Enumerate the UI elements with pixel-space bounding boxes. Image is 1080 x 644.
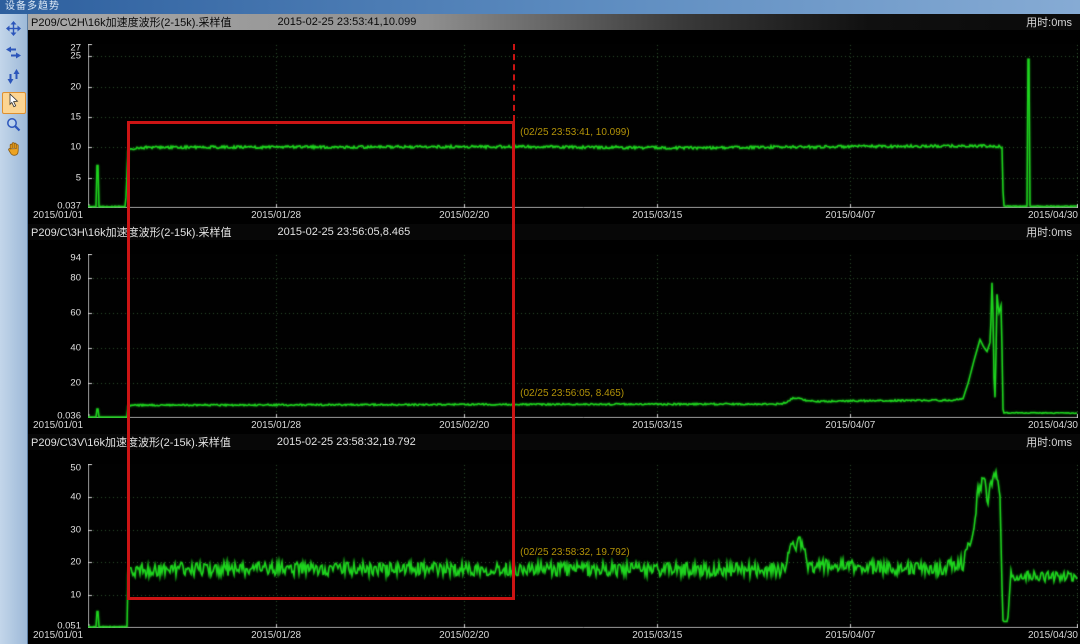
panel-elapsed-time: 用时:0ms (1026, 224, 1072, 240)
x-tick-label: 2015/03/15 (632, 420, 682, 431)
panel-title: P209/C\3V\16k加速度波形(2-15k).采样值 (31, 434, 231, 450)
y-tick-label: 60 (70, 308, 81, 319)
trend-plot-2H[interactable]: (02/25 23:53:41, 10.099) (88, 44, 1078, 208)
panel-elapsed-time: 用时:0ms (1026, 14, 1072, 30)
zoom-button[interactable] (2, 116, 26, 138)
x-axis-labels: 2015/01/012015/01/282015/02/202015/03/15… (88, 208, 1078, 224)
panel-title: P209/C\2H\16k加速度波形(2-15k).采样值 (31, 14, 232, 30)
x-tick-label: 2015/03/15 (632, 630, 682, 641)
panel-cursor-timestamp: 2015-02-25 23:53:41,10.099 (278, 16, 417, 28)
y-tick-label: 20 (70, 557, 81, 568)
chart-area-2H: 272520151050.037 (02/25 23:53:41, 10.099… (28, 30, 1080, 208)
x-tick-label: 2015/01/28 (251, 630, 301, 641)
vertical-arrows-icon (7, 69, 20, 89)
cursor-value-annotation: (02/25 23:58:32, 19.792) (520, 547, 630, 558)
cursor-select-button[interactable] (2, 92, 26, 114)
x-tick-label: 2015/03/15 (632, 210, 682, 221)
window-title: 设备多趋势 (5, 1, 60, 12)
cursor-pointer-icon (7, 93, 21, 113)
x-tick-label: 2015/01/28 (251, 420, 301, 431)
hand-pan-button[interactable] (2, 140, 26, 162)
pan-all-directions-icon (6, 21, 21, 41)
y-tick-label: 80 (70, 273, 81, 284)
y-tick-label: 40 (70, 491, 81, 502)
y-tick-label: 10 (70, 142, 81, 153)
x-axis-labels: 2015/01/012015/01/282015/02/202015/03/15… (88, 628, 1078, 644)
horizontal-zoom-button[interactable] (2, 44, 26, 66)
x-tick-label: 2015/02/20 (439, 420, 489, 431)
x-tick-label: 2015/04/30 (1028, 420, 1078, 431)
y-axis-max-label: 94 (70, 253, 81, 264)
x-tick-label: 2015/01/01 (33, 420, 83, 431)
x-tick-label: 2015/04/30 (1028, 210, 1078, 221)
y-axis-labels: 94806040200.036 (28, 254, 88, 418)
pan-all-directions-button[interactable] (2, 20, 26, 42)
x-tick-label: 2015/04/07 (825, 420, 875, 431)
x-tick-label: 2015/04/30 (1028, 630, 1078, 641)
y-axis-labels: 272520151050.037 (28, 44, 88, 208)
y-tick-label: 5 (76, 172, 81, 183)
hand-pan-icon (7, 141, 21, 161)
cursor-value-annotation: (02/25 23:56:05, 8.465) (520, 388, 624, 399)
trend-panel-3V: P209/C\3V\16k加速度波形(2-15k).采样值 2015-02-25… (28, 434, 1080, 644)
chart-area-3V: 50403020100.051 (02/25 23:58:32, 19.792) (28, 450, 1080, 628)
y-tick-label: 30 (70, 524, 81, 535)
window-titlebar[interactable]: 设备多趋势 (0, 0, 1080, 14)
panel-header-3V[interactable]: P209/C\3V\16k加速度波形(2-15k).采样值 2015-02-25… (28, 434, 1080, 450)
trend-plot-3H[interactable]: (02/25 23:56:05, 8.465) (88, 254, 1078, 418)
x-tick-label: 2015/04/07 (825, 210, 875, 221)
x-axis-labels: 2015/01/012015/01/282015/02/202015/03/15… (88, 418, 1078, 434)
y-tick-label: 20 (70, 378, 81, 389)
panel-title: P209/C\3H\16k加速度波形(2-15k).采样值 (31, 224, 232, 240)
y-axis-labels: 50403020100.051 (28, 464, 88, 628)
panel-header-3H[interactable]: P209/C\3H\16k加速度波形(2-15k).采样值 2015-02-25… (28, 224, 1080, 240)
app-window: 设备多趋势 (0, 0, 1080, 644)
y-tick-label: 20 (70, 81, 81, 92)
zoom-magnifier-icon (6, 117, 21, 137)
chart-area-3H: 94806040200.036 (02/25 23:56:05, 8.465) (28, 240, 1080, 418)
y-tick-label: 10 (70, 590, 81, 601)
x-tick-label: 2015/01/01 (33, 630, 83, 641)
cursor-value-annotation: (02/25 23:53:41, 10.099) (520, 127, 630, 138)
trend-plot-3V[interactable]: (02/25 23:58:32, 19.792) (88, 464, 1078, 628)
y-tick-label: 40 (70, 343, 81, 354)
y-tick-label: 15 (70, 111, 81, 122)
trend-panel-2H: P209/C\2H\16k加速度波形(2-15k).采样值 2015-02-25… (28, 14, 1080, 224)
vertical-zoom-button[interactable] (2, 68, 26, 90)
left-toolbar (0, 14, 28, 644)
trend-panel-3H: P209/C\3H\16k加速度波形(2-15k).采样值 2015-02-25… (28, 224, 1080, 434)
x-tick-label: 2015/02/20 (439, 210, 489, 221)
x-tick-label: 2015/02/20 (439, 630, 489, 641)
x-tick-label: 2015/04/07 (825, 630, 875, 641)
panel-elapsed-time: 用时:0ms (1026, 434, 1072, 450)
x-tick-label: 2015/01/01 (33, 210, 83, 221)
panel-header-2H[interactable]: P209/C\2H\16k加速度波形(2-15k).采样值 2015-02-25… (28, 14, 1080, 30)
horizontal-arrows-icon (6, 46, 21, 64)
chart-panels: P209/C\2H\16k加速度波形(2-15k).采样值 2015-02-25… (28, 14, 1080, 644)
panel-cursor-timestamp: 2015-02-25 23:56:05,8.465 (278, 226, 411, 238)
y-axis-max-label: 50 (70, 463, 81, 474)
x-tick-label: 2015/01/28 (251, 210, 301, 221)
panel-cursor-timestamp: 2015-02-25 23:58:32,19.792 (277, 436, 416, 448)
window-body: P209/C\2H\16k加速度波形(2-15k).采样值 2015-02-25… (0, 14, 1080, 644)
y-tick-label: 25 (70, 51, 81, 62)
